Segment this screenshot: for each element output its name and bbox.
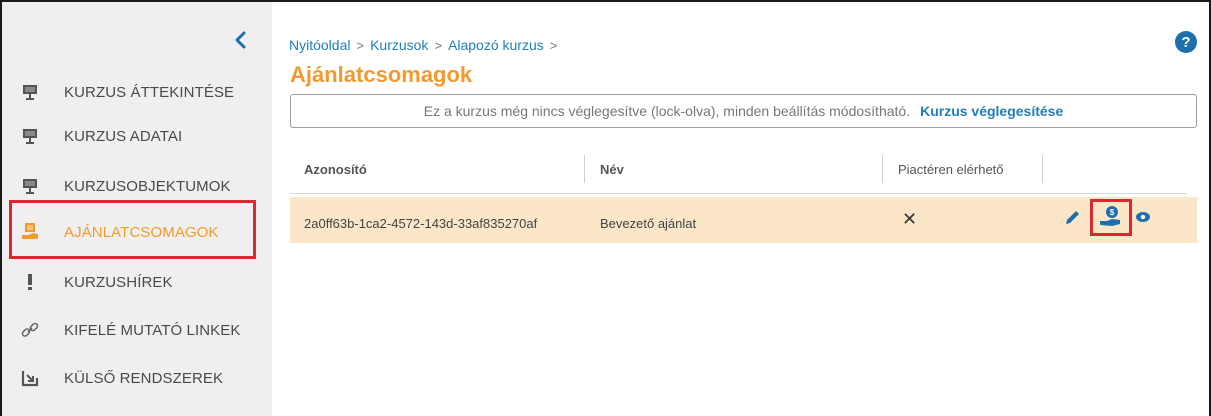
lock-notice: Ez a kurzus még nincs véglegesítve (lock… xyxy=(290,94,1197,128)
presentation-icon xyxy=(20,126,40,146)
breadcrumb-home[interactable]: Nyitóoldal xyxy=(289,37,350,53)
sidebar-item-offer-packages[interactable]: AJÁNLATCSOMAGOK xyxy=(2,212,270,252)
sidebar-item-course-data[interactable]: KURZUS ADATAI xyxy=(2,116,270,156)
page-title: Ajánlatcsomagok xyxy=(290,62,473,87)
sidebar-item-course-objects[interactable]: KURZUSOBJEKTUMOK xyxy=(2,166,270,206)
sidebar-item-label: KURZUSOBJEKTUMOK xyxy=(64,177,231,195)
exclamation-icon xyxy=(20,272,40,292)
column-header-id[interactable]: Azonosító xyxy=(304,162,367,177)
svg-text:$: $ xyxy=(1110,208,1115,217)
offer-details-button[interactable]: $ xyxy=(1098,205,1124,229)
link-icon xyxy=(20,320,40,340)
sidebar-item-label: KÜLSŐ RENDSZEREK xyxy=(64,369,224,387)
offer-hand-icon xyxy=(20,222,40,242)
sidebar-item-label: AJÁNLATCSOMAGOK xyxy=(64,223,219,241)
export-icon xyxy=(20,368,40,388)
sidebar-item-course-news[interactable]: KURZUSHÍREK xyxy=(2,262,270,302)
breadcrumb-courses[interactable]: Kurzusok xyxy=(370,37,428,53)
sidebar: KURZUS ÁTTEKINTÉSE KURZUS ADATAI KURZUSO… xyxy=(2,2,272,416)
column-header-marketplace[interactable]: Piactéren elérhető xyxy=(898,162,1004,177)
collapse-sidebar-button[interactable] xyxy=(230,28,250,52)
sidebar-item-external-links[interactable]: KIFELÉ MUTATÓ LINKEK xyxy=(2,310,270,350)
notice-text: Ez a kurzus még nincs véglegesítve (lock… xyxy=(423,103,911,119)
column-divider xyxy=(1042,155,1043,183)
breadcrumb-separator: > xyxy=(549,37,558,53)
sidebar-item-label: KIFELÉ MUTATÓ LINKEK xyxy=(64,321,241,339)
breadcrumb-course[interactable]: Alapozó kurzus xyxy=(448,37,544,53)
eye-icon xyxy=(1136,212,1150,222)
marketplace-unavailable-icon: ✕ xyxy=(902,209,918,229)
sidebar-item-external-systems[interactable]: KÜLSŐ RENDSZEREK xyxy=(2,358,270,398)
chevron-left-icon xyxy=(235,31,246,49)
row-id: 2a0ff63b-1ca2-4572-143d-33af835270af xyxy=(304,216,538,231)
breadcrumb: Nyitóoldal > Kurzusok > Alapozó kurzus > xyxy=(289,36,563,54)
breadcrumb-separator: > xyxy=(356,37,365,53)
sidebar-item-overview[interactable]: KURZUS ÁTTEKINTÉSE xyxy=(2,72,270,112)
edit-button[interactable] xyxy=(1064,208,1082,226)
header-divider xyxy=(290,193,1187,194)
sidebar-item-label: KURZUS ÁTTEKINTÉSE xyxy=(64,83,235,101)
breadcrumb-separator: > xyxy=(434,37,443,53)
row-name: Bevezető ajánlat xyxy=(600,216,697,231)
column-divider xyxy=(882,155,883,183)
offer-hand-icon: $ xyxy=(1100,206,1120,226)
view-button[interactable] xyxy=(1135,210,1151,224)
pencil-icon xyxy=(1066,211,1079,224)
column-header-name[interactable]: Név xyxy=(600,162,624,177)
sidebar-item-label: KURZUS ADATAI xyxy=(64,127,183,145)
help-button[interactable]: ? xyxy=(1175,31,1197,53)
presentation-icon xyxy=(20,176,40,196)
finalize-course-link[interactable]: Kurzus véglegesítése xyxy=(920,103,1063,119)
sidebar-item-label: KURZUSHÍREK xyxy=(64,273,173,291)
column-divider xyxy=(584,155,585,183)
presentation-icon xyxy=(20,82,40,102)
